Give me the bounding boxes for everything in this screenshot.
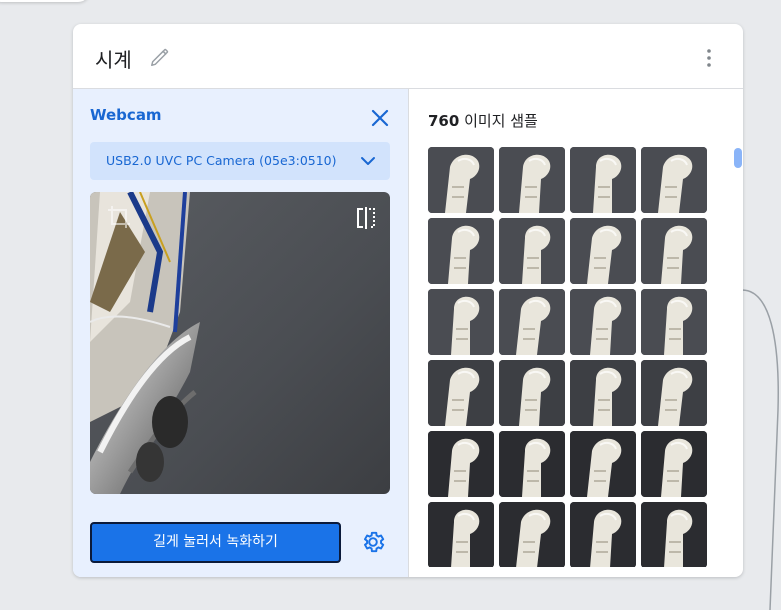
sample-thumbnail[interactable]	[499, 147, 565, 213]
record-button[interactable]: 길게 눌러서 녹화하기	[90, 522, 341, 563]
webcam-panel: Webcam USB2.0 UVC PC Camera (05e3:0510)	[73, 89, 409, 577]
class-title[interactable]: 시계	[95, 44, 132, 73]
sample-thumbnail[interactable]	[641, 218, 707, 284]
sample-thumbnail[interactable]	[428, 431, 494, 497]
sample-thumbnail[interactable]	[428, 218, 494, 284]
sample-thumbnail[interactable]	[499, 218, 565, 284]
flip-icon[interactable]	[354, 206, 378, 230]
sample-thumbnail[interactable]	[499, 289, 565, 355]
sample-thumbnail[interactable]	[570, 147, 636, 213]
sample-thumbnail[interactable]	[499, 502, 565, 567]
sample-thumbnail[interactable]	[641, 360, 707, 426]
webcam-label: Webcam	[90, 106, 162, 124]
chevron-down-icon	[361, 157, 375, 165]
sample-thumbnail[interactable]	[570, 360, 636, 426]
camera-select[interactable]: USB2.0 UVC PC Camera (05e3:0510)	[90, 142, 390, 180]
sample-thumbnail[interactable]	[641, 289, 707, 355]
sample-thumbnail[interactable]	[570, 431, 636, 497]
close-icon[interactable]	[371, 109, 389, 127]
sample-thumbnail[interactable]	[499, 360, 565, 426]
sample-thumbnail[interactable]	[570, 502, 636, 567]
more-vert-icon[interactable]	[703, 48, 715, 68]
sample-thumbnail[interactable]	[570, 218, 636, 284]
pencil-icon[interactable]	[149, 46, 171, 68]
sample-thumbnail[interactable]	[641, 431, 707, 497]
sample-thumbnail[interactable]	[428, 502, 494, 567]
gear-icon[interactable]	[360, 529, 386, 555]
connector-line	[741, 289, 779, 610]
samples-label: 이미지 샘플	[459, 112, 538, 130]
samples-scrollbar[interactable]	[734, 148, 742, 168]
sample-thumbnail[interactable]	[499, 431, 565, 497]
crop-icon[interactable]	[106, 204, 132, 230]
sample-thumbnail[interactable]	[428, 147, 494, 213]
webcam-preview	[90, 192, 390, 494]
class-card: 시계 Webcam USB2.0 UVC PC Camera (05e3:051…	[73, 24, 743, 577]
camera-select-value: USB2.0 UVC PC Camera (05e3:0510)	[106, 153, 337, 168]
sample-thumbnail[interactable]	[428, 360, 494, 426]
samples-count: 760	[428, 112, 460, 130]
sample-thumbnail[interactable]	[641, 147, 707, 213]
sample-thumbnail[interactable]	[641, 502, 707, 567]
sample-thumbnail[interactable]	[570, 289, 636, 355]
card-header: 시계	[73, 24, 743, 89]
webcam-feed-image	[90, 192, 390, 494]
sample-grid	[428, 147, 713, 567]
top-tab-fragment	[0, 0, 90, 2]
sample-thumbnail[interactable]	[428, 289, 494, 355]
samples-heading: 760 이미지 샘플	[428, 110, 538, 131]
